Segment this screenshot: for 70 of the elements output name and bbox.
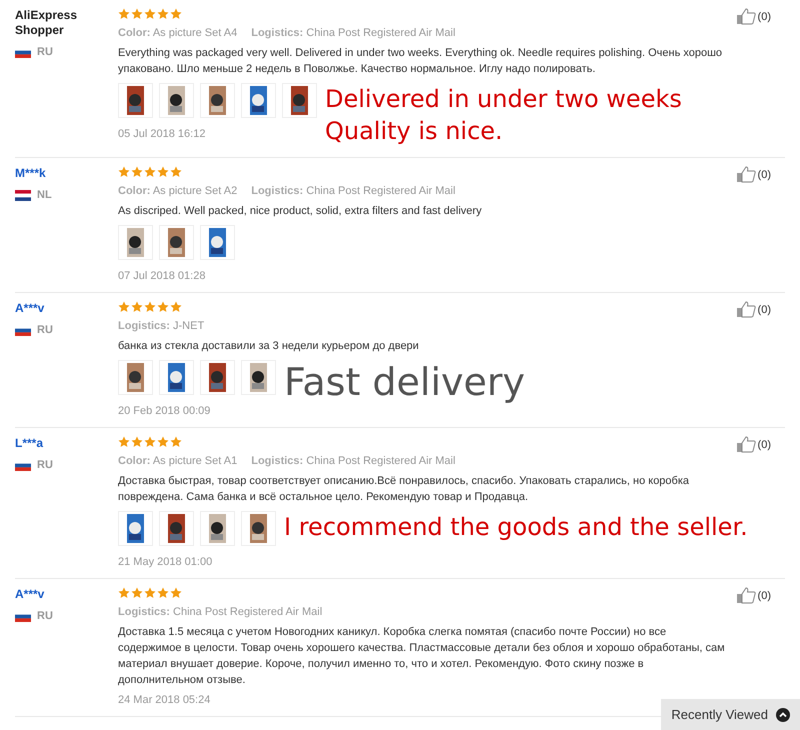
- recently-viewed-button[interactable]: Recently Viewed: [661, 699, 800, 730]
- star-icon: [170, 587, 182, 599]
- order-attribute: Logistics: China Post Registered Air Mail: [251, 27, 456, 39]
- star-icon: [131, 587, 143, 599]
- star-icon: [118, 587, 130, 599]
- order-attribute: Logistics: J-NET: [118, 320, 204, 332]
- star-icon: [170, 436, 182, 448]
- order-attribute: Color: As picture Set A2: [118, 185, 238, 197]
- reviewer-name[interactable]: L***a: [15, 436, 118, 451]
- country-code: RU: [37, 46, 53, 58]
- like-count: (0): [758, 438, 771, 450]
- star-icon: [131, 436, 143, 448]
- star-icon: [170, 301, 182, 313]
- chevron-up-icon: [776, 708, 790, 722]
- review-text: As discriped. Well packed, nice product, solid, extra filters and fast delivery: [118, 204, 483, 219]
- like-count: (0): [758, 590, 771, 602]
- reviewer-name[interactable]: A***v: [15, 301, 118, 316]
- star-icon: [157, 166, 169, 178]
- country-code: RU: [37, 610, 53, 622]
- review-text: Everything was packaged very well. Delivered in under two weeks. Everything ok. Needle requires polishing. Очень хорошо упаковано. Шло меньше 2 недель в Поволжье. Качество нормальное. Иглу надо полировать.: [118, 46, 724, 77]
- thumbs-up-icon[interactable]: [736, 436, 756, 453]
- star-icon: [170, 166, 182, 178]
- review-text: банка из стекла доставили за 3 недели курьером до двери: [118, 339, 420, 354]
- review-date: 24 Mar 2018 05:24: [118, 694, 210, 706]
- reviewer-name[interactable]: M***k: [15, 166, 118, 181]
- country-code: NL: [37, 189, 52, 201]
- caption-text: I recommend the goods and the seller.: [284, 512, 749, 543]
- review-date: 21 May 2018 01:00: [118, 556, 214, 568]
- caption-text: Delivered in under two weeks: [325, 84, 683, 115]
- like-count: (0): [758, 10, 771, 22]
- review-text: Доставка быстрая, товар соответствует описанию.Всё понравилось, спасибо. Упаковать старались, но коробка повреждена. Сама банка и всё остальное цело. Рекомендую товар и Продавца.: [118, 474, 690, 505]
- star-icon: [157, 436, 169, 448]
- star-icon: [118, 8, 130, 20]
- thumbs-up-icon[interactable]: [736, 166, 756, 183]
- country-code: RU: [37, 459, 53, 471]
- star-icon: [118, 436, 130, 448]
- star-icon: [144, 587, 156, 599]
- star-icon: [118, 166, 130, 178]
- caption-text: Quality is nice.: [325, 116, 504, 147]
- star-icon: [118, 301, 130, 313]
- order-attribute: Color: As picture Set A1: [118, 455, 238, 467]
- review-date: 07 Jul 2018 01:28: [118, 270, 206, 282]
- order-attribute: Color: As picture Set A4: [118, 27, 238, 39]
- flag-icon: [15, 190, 31, 200]
- star-icon: [144, 436, 156, 448]
- reviewer-name[interactable]: A***v: [15, 587, 118, 602]
- thumbs-up-icon[interactable]: [736, 8, 756, 25]
- order-attribute: Logistics: China Post Registered Air Mail: [251, 185, 456, 197]
- star-icon: [157, 301, 169, 313]
- review-date: 20 Feb 2018 00:09: [118, 405, 212, 417]
- review-date: 05 Jul 2018 16:12: [118, 128, 206, 140]
- star-icon: [131, 166, 143, 178]
- caption-text: Fast delivery: [284, 360, 526, 404]
- country-code: RU: [37, 324, 53, 336]
- order-attribute: Logistics: China Post Registered Air Mail: [118, 606, 322, 618]
- star-icon: [144, 166, 156, 178]
- star-icon: [131, 301, 143, 313]
- star-icon: [144, 301, 156, 313]
- star-icon: [157, 587, 169, 599]
- like-count: (0): [758, 304, 771, 316]
- star-icon: [131, 8, 143, 20]
- thumbs-up-icon[interactable]: [736, 301, 756, 318]
- order-attribute: Logistics: China Post Registered Air Mail: [251, 455, 456, 467]
- reviewer-name: AliExpress Shopper: [15, 8, 78, 38]
- thumbs-up-icon[interactable]: [736, 587, 756, 604]
- like-count: (0): [758, 168, 771, 180]
- review-text: Доставка 1.5 месяца с учетом Новогодних каникул. Коробка слегка помятая (спасибо почте России) но все содержимое в целости. Товар очень хорошего качества. Пластмассовые детали без облоя и хорошо обработаны, сам материал внушает доверие. Короче, получил именно то, что и хотел. Рекомендую. Фото скину позже в дополнительном отзыве.: [118, 625, 726, 688]
- star-icon: [144, 8, 156, 20]
- star-icon: [157, 8, 169, 20]
- star-icon: [170, 8, 182, 20]
